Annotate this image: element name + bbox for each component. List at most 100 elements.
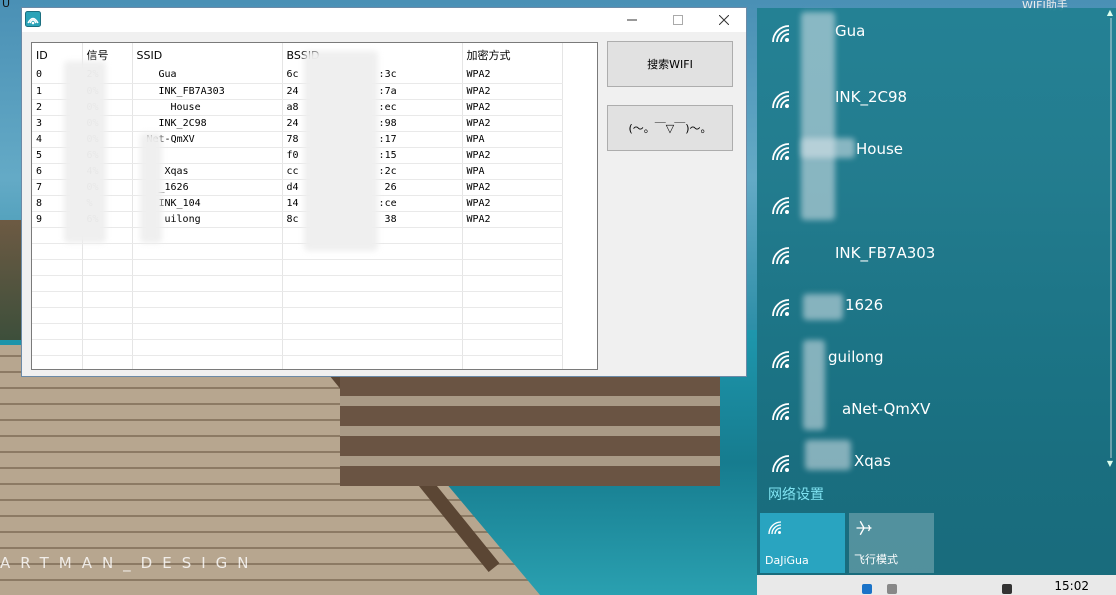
bssid-tail: :15 bbox=[378, 149, 397, 161]
cell-auth: WPA2 bbox=[462, 115, 563, 132]
network-name: aNet-QmXV bbox=[842, 400, 931, 418]
cell-auth: WPA bbox=[462, 131, 563, 148]
bssid-head: d4 bbox=[286, 181, 299, 193]
table-row[interactable]: 3 0% INK_2C98 24:98 WPA2 bbox=[32, 115, 563, 132]
close-icon bbox=[719, 15, 729, 25]
cell-auth: WPA2 bbox=[462, 211, 563, 228]
wifi-table: ID 信号 SSID BSSID 加密方式 0 2% Gua 6c:3c WPA… bbox=[32, 43, 563, 369]
wifi-signal-icon bbox=[772, 351, 790, 369]
wifi-signal-icon bbox=[772, 91, 790, 109]
taskbar: 15:02 bbox=[757, 575, 1116, 595]
search-wifi-button[interactable]: 搜索WIFI bbox=[607, 41, 733, 87]
table-row[interactable]: 2 0% House a8:ec WPA2 bbox=[32, 99, 563, 116]
table-row[interactable]: 0 2% Gua 6c:3c WPA2 bbox=[32, 67, 563, 84]
privacy-blur-network-names bbox=[801, 12, 835, 220]
network-name: INK_FB7A303 bbox=[835, 244, 936, 262]
bssid-head: f0 bbox=[286, 149, 299, 161]
network-settings-link[interactable]: 网络设置 bbox=[768, 484, 824, 504]
column-header-ssid[interactable]: SSID bbox=[132, 43, 283, 67]
empty-row bbox=[32, 355, 563, 369]
network-name: House bbox=[856, 140, 904, 158]
maximize-icon bbox=[673, 15, 683, 25]
table-row[interactable]: 6 4% Xqas cc:2c WPA bbox=[32, 163, 563, 180]
table-row[interactable]: 7 0% _1626 d426 WPA2 bbox=[32, 179, 563, 196]
network-item[interactable]: INK_FB7A303 bbox=[757, 230, 1102, 282]
bssid-tail: 38 bbox=[384, 213, 397, 225]
tray-icon[interactable] bbox=[1002, 584, 1012, 594]
background-window-edge-text: U bbox=[2, 0, 11, 10]
column-header-auth[interactable]: 加密方式 bbox=[462, 43, 563, 67]
tray-icon[interactable] bbox=[887, 584, 897, 594]
wifi-signal-icon bbox=[772, 247, 790, 265]
cell-ssid: INK_FB7A303 bbox=[132, 83, 283, 100]
wifi-tool-window: ID 信号 SSID BSSID 加密方式 0 2% Gua 6c:3c WPA… bbox=[21, 7, 747, 377]
pier-steps bbox=[340, 376, 720, 486]
wifi-signal-icon bbox=[772, 197, 790, 215]
empty-row bbox=[32, 259, 563, 276]
emoticon-button[interactable]: (～。￣▽￣)～。 bbox=[607, 105, 733, 151]
empty-row bbox=[32, 275, 563, 292]
maximize-button[interactable] bbox=[655, 8, 701, 32]
privacy-blur-network-names-3 bbox=[803, 294, 843, 320]
cell-auth: WPA2 bbox=[462, 195, 563, 212]
network-name: Gua bbox=[835, 22, 866, 40]
empty-row bbox=[32, 227, 563, 244]
wifi-quick-tile[interactable]: DaJiGua bbox=[760, 513, 845, 573]
bssid-head: 8c bbox=[286, 213, 299, 225]
wallpaper-watermark: ARTMAN_DESIGN bbox=[0, 554, 259, 572]
bssid-tail: :2c bbox=[378, 165, 397, 177]
network-name: 1626 bbox=[845, 296, 884, 314]
table-row[interactable]: 8 % INK_104 14:ce WPA2 bbox=[32, 195, 563, 212]
empty-row bbox=[32, 339, 563, 356]
scroll-up-arrow-icon[interactable]: ▲ bbox=[1107, 8, 1113, 17]
wifi-tile-label: DaJiGua bbox=[765, 554, 809, 567]
bssid-head: 24 bbox=[286, 117, 299, 129]
network-name: guilong bbox=[828, 348, 884, 366]
cell-ssid: INK_2C98 bbox=[132, 115, 283, 132]
minimize-icon bbox=[627, 19, 637, 21]
wifi-signal-icon bbox=[772, 143, 790, 161]
bssid-head: cc bbox=[286, 165, 299, 177]
cell-auth: WPA2 bbox=[462, 147, 563, 164]
bssid-head: 24 bbox=[286, 85, 299, 97]
tray-app-icon[interactable] bbox=[862, 584, 872, 594]
bssid-tail: :3c bbox=[378, 69, 397, 81]
bssid-head: 78 bbox=[286, 133, 299, 145]
bssid-tail: :ec bbox=[378, 101, 397, 113]
table-row[interactable]: 5 6% f0:15 WPA2 bbox=[32, 147, 563, 164]
privacy-blur-ssid bbox=[140, 133, 162, 243]
wifi-signal-icon bbox=[772, 299, 790, 317]
bssid-tail: :ce bbox=[378, 197, 397, 209]
bssid-tail: :17 bbox=[378, 133, 397, 145]
bssid-tail: 26 bbox=[384, 181, 397, 193]
bssid-head: 14 bbox=[286, 197, 299, 209]
empty-row bbox=[32, 323, 563, 340]
empty-row bbox=[32, 243, 563, 260]
airplane-mode-tile[interactable]: 飞行模式 bbox=[849, 513, 934, 573]
cell-ssid: Gua bbox=[132, 67, 283, 84]
table-row[interactable]: 1 0% INK_FB7A303 24:7a WPA2 bbox=[32, 83, 563, 100]
bssid-head: 6c bbox=[286, 69, 299, 81]
empty-row bbox=[32, 307, 563, 324]
table-row[interactable]: 9 6% uilong 8c38 WPA2 bbox=[32, 211, 563, 228]
table-row[interactable]: 4 0% Net-QmXV 78:17 WPA bbox=[32, 131, 563, 148]
close-button[interactable] bbox=[701, 8, 747, 32]
airplane-icon bbox=[856, 520, 872, 536]
network-name: INK_2C98 bbox=[835, 88, 908, 106]
taskbar-clock[interactable]: 15:02 bbox=[1054, 579, 1089, 593]
bssid-tail: :7a bbox=[378, 85, 397, 97]
flyout-scrollbar[interactable] bbox=[1110, 18, 1112, 458]
minimize-button[interactable] bbox=[609, 8, 655, 32]
wifi-signal-icon bbox=[772, 403, 790, 421]
privacy-blur-network-names-2 bbox=[801, 138, 855, 158]
wifi-icon bbox=[768, 521, 782, 535]
wifi-flyout-panel: ▲ ▼ Gua INK_2C98 House INK_FB7A303 1626 … bbox=[757, 8, 1116, 575]
wifi-signal-icon bbox=[772, 455, 790, 473]
window-titlebar[interactable] bbox=[22, 8, 746, 32]
privacy-blur-network-names-5 bbox=[805, 440, 851, 470]
empty-row bbox=[32, 291, 563, 308]
wifi-list-view[interactable]: ID 信号 SSID BSSID 加密方式 0 2% Gua 6c:3c WPA… bbox=[31, 42, 598, 370]
cell-auth: WPA2 bbox=[462, 67, 563, 84]
cell-auth: WPA bbox=[462, 163, 563, 180]
scroll-down-arrow-icon[interactable]: ▼ bbox=[1107, 459, 1113, 468]
